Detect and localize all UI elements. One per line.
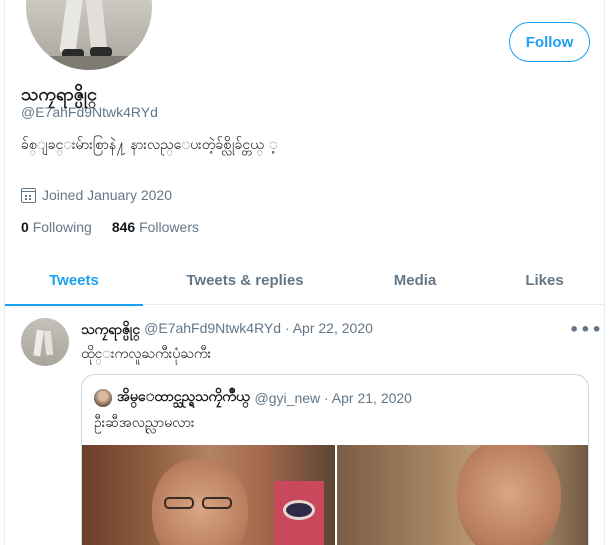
following-label: Following [32,219,92,235]
followers-count: 846 [111,219,136,235]
following-link[interactable]: 0 Following [21,219,92,235]
joined-label: Joined January 2020 [42,187,172,203]
calendar-icon [21,187,36,203]
quote-photo-1[interactable] [82,445,335,545]
tweet-item[interactable]: သကၠရာဇ္ပိုင္ @E7ahFd9Ntwk4RYd · Apr 22, … [5,306,604,545]
profile-bio: ခ်စ္ျခင္းမ်ားစြာနဲ႔ နားလည္ေပးတဲ့ခ်စ္လိုခ… [21,137,278,153]
tweet-text: ထိုင္းကလူႀကီးပုံႀကီး [81,346,212,362]
tab-likes[interactable]: Likes [483,255,604,305]
quote-author-name: အိမ္ေထာင္သည္ရသကၠိကိဳယ္ [117,389,250,405]
quote-header: အိမ္ေထာင္သည္ရသကၠိကိဳယ္ @gyi_new · Apr 21… [94,387,412,408]
tweet-author-name[interactable]: သကၠရာဇ္ပိုင္ [81,320,140,341]
quote-media[interactable] [82,445,588,545]
joined-date: Joined January 2020 [21,187,172,203]
profile-avatar[interactable] [22,0,156,74]
follow-button[interactable]: Follow [509,22,590,62]
quoted-tweet[interactable]: အိမ္ေထာင္သည္ရသကၠိကိဳယ္ @gyi_new · Apr 21… [81,374,589,545]
profile-stats: 0 Following 846 Followers [21,219,199,235]
profile-handle: @E7ahFd9Ntwk4RYd [21,104,158,120]
followers-link[interactable]: 846 Followers [112,219,199,235]
profile-tabs: Tweets Tweets & replies Media Likes [5,255,604,306]
more-icon[interactable]: ••• [569,320,603,339]
tab-media[interactable]: Media [347,255,483,305]
profile-page: Follow သကၠရာဇ္ပိုင္ @E7ahFd9Ntwk4RYd ခ်စ… [4,0,605,545]
followers-label: Followers [139,219,199,235]
quote-photo-2[interactable] [337,445,588,545]
tweet-avatar[interactable] [21,318,69,366]
following-count: 0 [21,219,29,235]
tab-tweets[interactable]: Tweets [5,255,143,306]
tab-tweets-and-replies[interactable]: Tweets & replies [143,255,347,305]
poster-image [274,481,324,545]
quote-text: ဦးဆီအလည္လာမလား [94,415,195,431]
tweet-header: သကၠရာဇ္ပိုင္ @E7ahFd9Ntwk4RYd · Apr 22, … [81,320,373,341]
tweet-meta[interactable]: @E7ahFd9Ntwk4RYd · Apr 22, 2020 [144,320,373,341]
quote-avatar [94,388,112,407]
quote-meta: @gyi_new · Apr 21, 2020 [254,389,412,406]
